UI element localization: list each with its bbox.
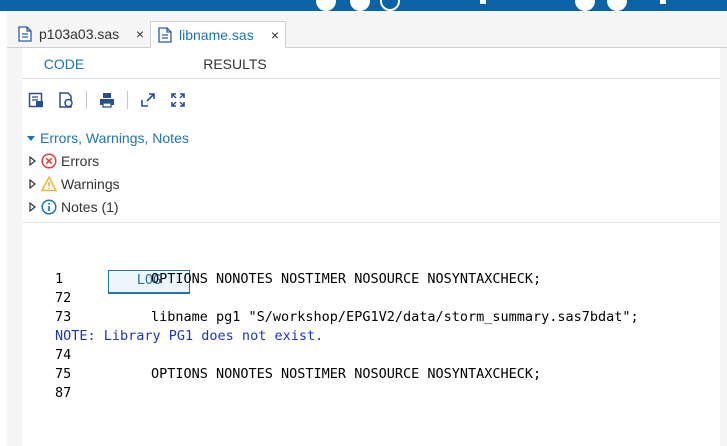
sas-file-icon [158, 26, 172, 43]
top-app-bar [0, 0, 727, 11]
note-text: NOTE: Library PG1 does not exist. [55, 328, 324, 344]
save-log-button[interactable] [26, 90, 46, 110]
print-button[interactable] [97, 90, 117, 110]
user-icon[interactable] [316, 0, 336, 11]
maximize-icon [171, 93, 185, 107]
line-number: 74 [55, 347, 72, 363]
log-line: 72 [55, 289, 639, 308]
file-tab-label: libname.sas [179, 26, 254, 43]
log-line: 1 OPTIONS NONOTES NOSTIMER NOSOURCE NOSY… [55, 270, 639, 289]
file-tab-p103a03[interactable]: p103a03.sas × [11, 21, 150, 47]
log-line: 74 [55, 346, 639, 365]
log-note-line: NOTE: Library PG1 does not exist. [55, 327, 639, 346]
log-line: 73 libname pg1 "S/workshop/EPG1V2/data/s… [55, 308, 639, 327]
grid-icon[interactable] [350, 0, 370, 11]
notes-node[interactable]: Notes (1) [28, 199, 119, 215]
account-icon[interactable] [607, 0, 627, 11]
warnings-node[interactable]: Warnings [28, 176, 120, 192]
close-icon[interactable]: × [267, 27, 279, 43]
log-line: 75 OPTIONS NONOTES NOSTIMER NOSOURCE NOS… [55, 365, 639, 384]
close-icon[interactable]: × [132, 26, 144, 42]
tab-results[interactable]: RESULTS [200, 52, 270, 76]
errors-label: Errors [61, 153, 100, 169]
sas-file-icon [18, 26, 32, 42]
save-pdf-icon [59, 92, 73, 108]
maximize-button[interactable] [168, 90, 188, 110]
log-panel: CODE LOG RESULTS Errors, Warnings, Notes… [22, 48, 720, 446]
line-number: 75 [55, 366, 72, 382]
separator-mark [660, 0, 666, 4]
sas-studio-workspace: p103a03.sas × libname.sas × CODE LOG RES… [7, 11, 727, 446]
file-tab-libname[interactable]: libname.sas × [150, 21, 286, 48]
expand-triangle-icon [29, 202, 36, 212]
line-number: 1 [55, 271, 64, 287]
save-log-icon [28, 92, 43, 108]
expand-triangle-icon [29, 156, 36, 166]
toolbar-divider [127, 91, 128, 109]
summary-divider [22, 222, 720, 223]
file-tab-label: p103a03.sas [39, 26, 120, 42]
line-number: 87 [55, 385, 72, 401]
warnings-label: Warnings [61, 176, 120, 192]
line-text: libname pg1 "S/workshop/EPG1V2/data/stor… [151, 309, 639, 325]
line-number: 72 [55, 290, 72, 306]
popout-button[interactable] [138, 90, 158, 110]
ewn-section-title: Errors, Warnings, Notes [40, 130, 189, 146]
line-text: OPTIONS NONOTES NOSTIMER NOSOURCE NOSYNT… [151, 366, 542, 382]
apps-icon[interactable] [575, 0, 595, 11]
error-icon [41, 153, 57, 169]
ewn-section-toggle[interactable]: Errors, Warnings, Notes [26, 130, 189, 146]
line-text: OPTIONS NONOTES NOSTIMER NOSOURCE NOSYNT… [151, 271, 542, 287]
tab-code[interactable]: CODE [34, 52, 94, 76]
separator-mark [480, 0, 486, 4]
expand-triangle-icon [29, 179, 36, 189]
view-tabs: CODE LOG RESULTS [22, 48, 720, 294]
help-icon[interactable] [380, 0, 400, 11]
log-output: 1 OPTIONS NONOTES NOSTIMER NOSOURCE NOSY… [55, 270, 639, 403]
log-toolbar [26, 90, 198, 110]
file-tab-bar: p103a03.sas × libname.sas × [7, 21, 727, 48]
popout-icon [141, 93, 155, 107]
errors-node[interactable]: Errors [28, 153, 99, 169]
log-line: 87 [55, 384, 639, 403]
warning-icon [41, 176, 57, 192]
chevron-down-icon [27, 136, 35, 141]
info-icon [41, 199, 57, 215]
line-number: 73 [55, 309, 72, 325]
print-icon [100, 93, 114, 108]
toolbar-divider [86, 91, 87, 109]
notes-label: Notes (1) [61, 199, 119, 215]
save-pdf-button[interactable] [56, 90, 76, 110]
